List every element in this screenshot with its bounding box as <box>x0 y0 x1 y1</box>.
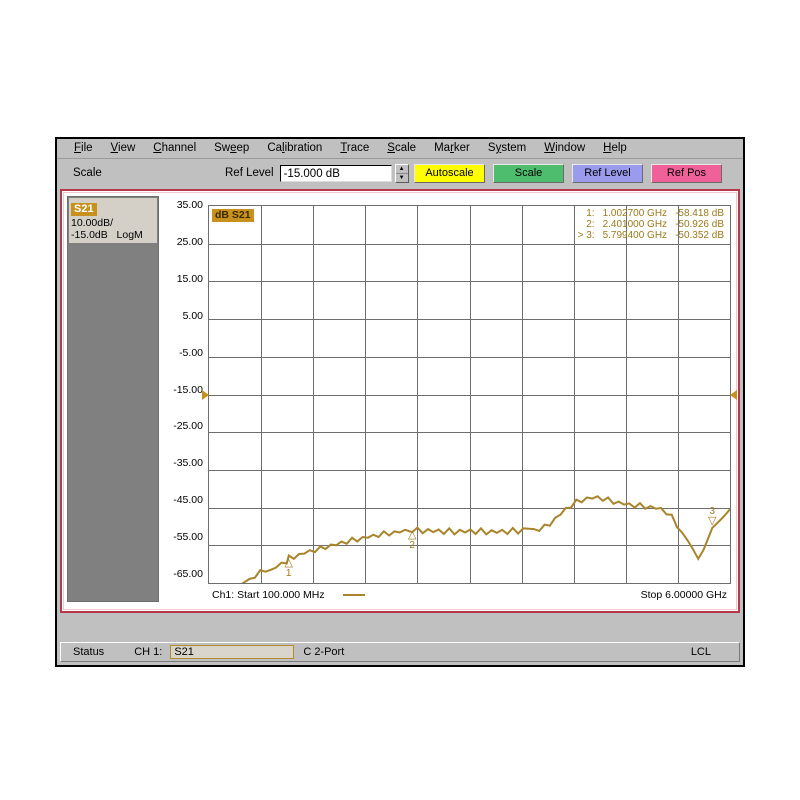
trace-entry-s21[interactable]: S21 10.00dB/ -15.0dB LogM <box>69 198 157 243</box>
marker-readout-table: 1: 1.002700 GHz -58.418 dB 2: 2.401000 GHz -5… <box>574 208 728 241</box>
grid-wrapper: dB S21 1: 1.002700 GHz -58.418 dB 2: 2.40100… <box>202 205 737 584</box>
ref-level-button[interactable]: Ref Level <box>572 163 643 183</box>
trace-color-swatch <box>342 594 365 596</box>
trace-ref-format: -15.0dB LogM <box>71 229 143 241</box>
status-trace-box[interactable]: S21 <box>170 645 295 659</box>
vna-application-window: File View Channel Sweep Calibration Trace Scal… <box>55 137 745 667</box>
ref-level-input[interactable]: -15.000 dB <box>279 164 392 182</box>
y-axis-tick-label: -5.00 <box>179 346 203 359</box>
marker-index: 2: <box>586 219 595 230</box>
menu-item-calibration[interactable]: Calibration <box>258 139 331 158</box>
marker-readout-row: 2: 2.401000 GHz -50.926 dB <box>574 219 728 230</box>
ref-pos-button[interactable]: Ref Pos <box>651 163 722 183</box>
ref-level-stepper[interactable]: ▲ ▼ <box>394 163 409 183</box>
menu-item-view[interactable]: View <box>102 139 145 158</box>
ref-level-group: Ref Level -15.000 dB ▲ ▼ <box>225 163 409 183</box>
y-axis-tick-label: -25.00 <box>173 420 203 433</box>
status-label: Status <box>73 646 105 658</box>
status-channel: CH 1: <box>134 646 163 658</box>
marker-index: > 3: <box>577 230 595 241</box>
y-axis-labels: 35.00 25.00 15.00 5.00 -5.00 -15.00 -25.00 -35.… <box>163 196 204 606</box>
toolbar-title: Scale <box>73 167 102 179</box>
graph-inner-border: S21 10.00dB/ -15.0dB LogM 35.00 25.00 15.0… <box>63 192 737 610</box>
y-axis-tick-label: -45.00 <box>173 494 203 507</box>
marker-index: 1: <box>586 208 595 219</box>
y-axis-tick-label: 5.00 <box>182 309 203 322</box>
autoscale-button[interactable]: Autoscale <box>414 163 485 183</box>
scale-toolbar: Scale Ref Level -15.000 dB ▲ ▼ Autoscale… <box>57 159 743 187</box>
marker-frequency: 2.401000 GHz <box>602 219 668 230</box>
menu-item-window[interactable]: Window <box>535 139 594 158</box>
y-axis-tick-label: -15.00 <box>173 383 203 396</box>
ref-level-label: Ref Level <box>225 167 274 179</box>
graph-frame: S21 10.00dB/ -15.0dB LogM 35.00 25.00 15.0… <box>60 189 740 613</box>
marker-readout-row: > 3: 5.799400 GHz -50.352 dB <box>574 230 728 241</box>
y-axis-tick-label: 25.00 <box>176 235 203 248</box>
marker-frequency: 5.799400 GHz <box>602 230 668 241</box>
ref-level-arrow-left-icon[interactable] <box>202 389 209 400</box>
menu-item-system[interactable]: System <box>479 139 535 158</box>
x-axis-stop-label: Stop 6.00000 GHz <box>640 589 727 601</box>
y-axis-tick-label: 35.00 <box>176 199 203 211</box>
menu-item-trace[interactable]: Trace <box>331 139 378 158</box>
trace-scale-per-div: 10.00dB/ <box>71 217 114 229</box>
menu-item-scale[interactable]: Scale <box>378 139 425 158</box>
scale-button[interactable]: Scale <box>493 163 564 183</box>
menu-item-marker[interactable]: Marker <box>425 139 479 158</box>
x-axis-row: Ch1: Start 100.000 MHz Stop 6.00000 GHz <box>208 586 731 604</box>
y-axis-tick-label: -55.00 <box>173 531 203 544</box>
trace-title: S21 <box>71 203 97 216</box>
menu-item-help[interactable]: Help <box>594 139 636 158</box>
menu-item-sweep[interactable]: Sweep <box>205 139 258 158</box>
marker-value: -50.926 dB <box>675 219 724 230</box>
x-axis-start-label: Ch1: Start 100.000 MHz <box>212 589 325 601</box>
marker-frequency: 1.002700 GHz <box>602 208 668 219</box>
status-lock-indicator: LCL <box>690 646 711 658</box>
y-axis-tick-label: -65.00 <box>173 568 203 580</box>
s21-trace-curve <box>209 206 730 583</box>
marker-1-glyph[interactable]: △ 1 <box>284 558 292 580</box>
db-unit-tag: dB S21 <box>212 209 254 222</box>
marker-readout-row: 1: 1.002700 GHz -58.418 dB <box>574 208 728 219</box>
ref-level-arrow-right-icon[interactable] <box>730 389 737 400</box>
status-cal-state: C 2-Port <box>303 646 345 658</box>
marker-value: -58.418 dB <box>675 208 724 219</box>
menu-item-channel[interactable]: Channel <box>144 139 205 158</box>
marker-3-glyph[interactable]: 3 ▽ <box>708 506 716 527</box>
plot-area: 35.00 25.00 15.00 5.00 -5.00 -15.00 -25.00 -35.… <box>163 196 737 606</box>
stepper-down-icon[interactable]: ▼ <box>396 174 408 182</box>
trace-list-panel[interactable]: S21 10.00dB/ -15.0dB LogM <box>67 196 159 602</box>
marker-2-glyph[interactable]: △ 2 <box>408 529 416 551</box>
menu-bar: File View Channel Sweep Calibration Trace Scal… <box>57 139 743 159</box>
chart-grid[interactable]: dB S21 1: 1.002700 GHz -58.418 dB 2: 2.40100… <box>202 205 737 584</box>
toolbar-buttons: Autoscale Scale Ref Level Ref Pos <box>414 163 722 183</box>
marker-value: -50.352 dB <box>675 230 724 241</box>
status-bar: Status CH 1: S21 C 2-Port LCL <box>60 642 740 662</box>
stepper-up-icon[interactable]: ▲ <box>395 165 408 174</box>
y-axis-tick-label: 15.00 <box>176 272 203 285</box>
y-axis-tick-label: -35.00 <box>173 457 203 470</box>
menu-item-file[interactable]: File <box>65 139 102 158</box>
